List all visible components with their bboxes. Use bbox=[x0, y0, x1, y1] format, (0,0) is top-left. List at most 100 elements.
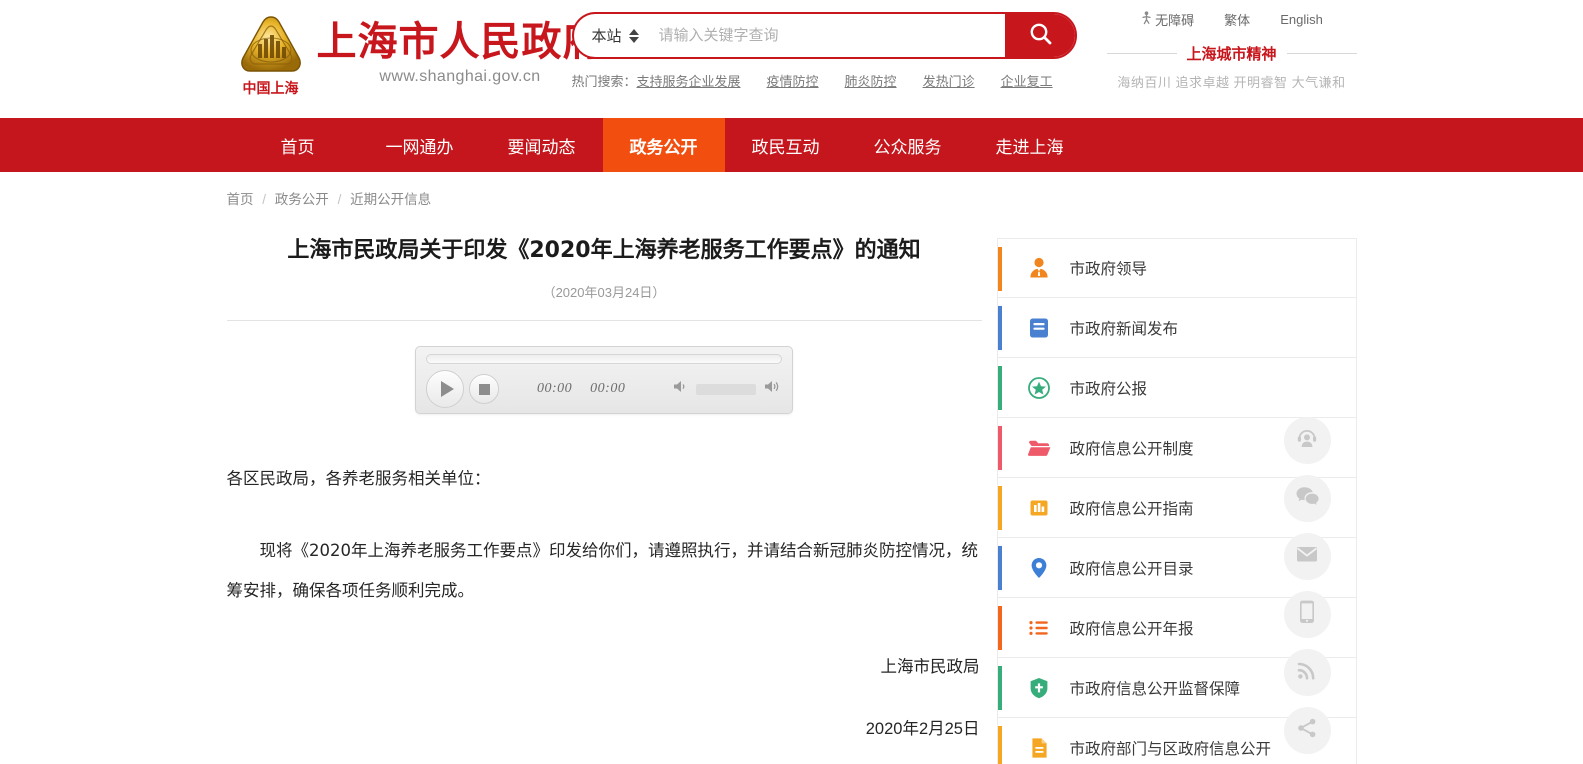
article-body: 各区民政局，各养老服务相关单位： 现将《2020年上海养老服务工作要点》印发给你… bbox=[227, 459, 982, 611]
nav-item-home[interactable]: 首页 bbox=[237, 118, 359, 172]
logo-cn-label: 中国上海 bbox=[235, 78, 307, 98]
sidebar-item-press-release[interactable]: 市政府新闻发布 bbox=[997, 298, 1357, 358]
user-tie-icon bbox=[1024, 255, 1054, 281]
breadcrumb-item-disclosure[interactable]: 政务公开 bbox=[275, 192, 329, 207]
hot-search-item-1[interactable]: 支持服务企业发展 bbox=[637, 71, 741, 90]
sidebar-item-leadership[interactable]: 市政府领导 bbox=[997, 238, 1357, 298]
nav-item-about-shanghai[interactable]: 走进上海 bbox=[969, 118, 1091, 172]
city-spirit-title: 上海城市精神 bbox=[1107, 43, 1357, 64]
share-icon bbox=[1296, 717, 1318, 744]
site-title: 上海市人民政府 bbox=[317, 20, 604, 64]
rss-icon-button[interactable] bbox=[1284, 649, 1331, 696]
accent-bar bbox=[998, 606, 1002, 650]
chevron-updown-icon bbox=[629, 29, 639, 43]
page-body: 首页 / 政务公开 / 近期公开信息 上海市民政局关于印发《2020年上海养老服… bbox=[227, 172, 1357, 764]
search-icon bbox=[1028, 21, 1054, 50]
document-icon bbox=[1024, 735, 1054, 761]
page-title: 上海市民政局关于印发《2020年上海养老服务工作要点》的通知 bbox=[227, 234, 982, 268]
volume-slider[interactable] bbox=[696, 384, 756, 395]
utility-area: 无障碍 繁体 English 上海城市精神 海纳百川 追求卓越 开明睿智 大气谦… bbox=[1107, 10, 1357, 91]
site-header: 中国上海 上海市人民政府 www.shanghai.gov.cn 本站 bbox=[0, 0, 1583, 118]
audio-seek-slider[interactable] bbox=[426, 354, 782, 364]
article: 上海市民政局关于印发《2020年上海养老服务工作要点》的通知 （2020年03月… bbox=[227, 216, 982, 764]
accessibility-link[interactable]: 无障碍 bbox=[1140, 10, 1194, 29]
traditional-chinese-link[interactable]: 繁体 bbox=[1224, 10, 1250, 29]
accent-bar bbox=[998, 426, 1002, 470]
nav-item-interaction[interactable]: 政民互动 bbox=[725, 118, 847, 172]
folder-icon bbox=[1024, 435, 1054, 461]
search-scope-selector[interactable]: 本站 bbox=[574, 25, 649, 46]
share-icon-button[interactable] bbox=[1284, 707, 1331, 754]
title-divider bbox=[227, 320, 982, 321]
stop-icon bbox=[479, 384, 490, 395]
rule-right bbox=[1287, 53, 1357, 54]
breadcrumb-separator-2: / bbox=[338, 192, 342, 207]
chart-bar-icon bbox=[1024, 495, 1054, 521]
english-link[interactable]: English bbox=[1280, 12, 1323, 27]
rule-left bbox=[1107, 53, 1177, 54]
sidebar-item-label: 政府信息公开制度 bbox=[1070, 437, 1194, 459]
site-logo[interactable]: 中国上海 上海市人民政府 www.shanghai.gov.cn bbox=[235, 14, 604, 98]
audio-current-time: 00:00 bbox=[537, 381, 572, 397]
sidebar-item-label: 市政府新闻发布 bbox=[1070, 317, 1179, 339]
hot-search: 热门搜索： 支持服务企业发展 疫情防控 肺炎防控 发热门诊 企业复工 bbox=[572, 71, 1077, 90]
accent-bar bbox=[998, 366, 1002, 410]
nav-item-public-services[interactable]: 公众服务 bbox=[847, 118, 969, 172]
customer-service-icon-button[interactable] bbox=[1284, 417, 1331, 464]
sidebar-item-label: 市政府领导 bbox=[1070, 257, 1148, 279]
city-spirit-title-text: 上海城市精神 bbox=[1187, 43, 1277, 64]
nav-item-government-disclosure[interactable]: 政务公开 bbox=[603, 118, 725, 172]
search-box[interactable]: 本站 bbox=[572, 12, 1077, 59]
mobile-icon-button[interactable] bbox=[1284, 591, 1331, 638]
breadcrumb-item-recent[interactable]: 近期公开信息 bbox=[350, 192, 431, 207]
wechat-icon bbox=[1295, 484, 1320, 513]
accent-bar bbox=[998, 666, 1002, 710]
audio-total-time: 00:00 bbox=[590, 381, 625, 397]
breadcrumb-item-home[interactable]: 首页 bbox=[227, 192, 254, 207]
audio-player[interactable]: 00:00 00:00 bbox=[415, 346, 793, 414]
city-spirit-subtitle: 海纳百川 追求卓越 开明睿智 大气谦和 bbox=[1107, 72, 1357, 91]
audio-stop-button[interactable] bbox=[469, 374, 499, 404]
search-scope-label: 本站 bbox=[592, 25, 622, 46]
volume-up-icon[interactable] bbox=[763, 379, 782, 399]
accessibility-icon bbox=[1140, 11, 1153, 28]
search-area: 本站 热门搜索： 支持服务企业发展 bbox=[572, 12, 1077, 90]
nav-item-onenet[interactable]: 一网通办 bbox=[359, 118, 481, 172]
article-signature: 上海市民政局 bbox=[227, 647, 982, 687]
shanghai-emblem-icon bbox=[238, 14, 304, 76]
site-url: www.shanghai.gov.cn bbox=[317, 68, 604, 86]
article-date: （2020年03月24日） bbox=[227, 282, 982, 301]
sidebar-item-label: 市政府信息公开监督保障 bbox=[1070, 677, 1241, 699]
hot-search-label: 热门搜索： bbox=[572, 71, 637, 90]
audio-volume-control[interactable] bbox=[672, 379, 782, 399]
breadcrumb-separator-1: / bbox=[262, 192, 266, 207]
hot-search-item-4[interactable]: 发热门诊 bbox=[923, 71, 975, 90]
floating-toolbar bbox=[1284, 417, 1331, 754]
article-paragraph-1: 现将《2020年上海养老服务工作要点》印发给你们，请遵照执行，并请结合新冠肺炎防… bbox=[227, 531, 982, 611]
audio-play-button[interactable] bbox=[426, 370, 464, 408]
sidebar-item-label: 政府信息公开指南 bbox=[1070, 497, 1194, 519]
volume-down-icon[interactable] bbox=[672, 379, 689, 399]
mobile-icon bbox=[1298, 599, 1316, 630]
hot-search-item-3[interactable]: 肺炎防控 bbox=[845, 71, 897, 90]
nav-item-news[interactable]: 要闻动态 bbox=[481, 118, 603, 172]
map-pin-icon bbox=[1024, 555, 1054, 581]
rss-icon bbox=[1296, 659, 1318, 686]
search-input[interactable] bbox=[649, 14, 1005, 57]
list-icon bbox=[1024, 615, 1054, 641]
accent-bar bbox=[998, 726, 1002, 764]
search-submit-button[interactable] bbox=[1005, 12, 1077, 59]
customer-service-icon bbox=[1295, 426, 1319, 455]
accent-bar bbox=[998, 247, 1002, 291]
article-salutation: 各区民政局，各养老服务相关单位： bbox=[227, 459, 982, 499]
accent-bar bbox=[998, 486, 1002, 530]
wechat-icon-button[interactable] bbox=[1284, 475, 1331, 522]
hot-search-item-2[interactable]: 疫情防控 bbox=[767, 71, 819, 90]
main-nav: 首页 一网通办 要闻动态 政务公开 政民互动 公众服务 走进上海 bbox=[0, 118, 1583, 172]
sidebar-item-label: 市政府公报 bbox=[1070, 377, 1148, 399]
sidebar-item-label: 政府信息公开年报 bbox=[1070, 617, 1194, 639]
sidebar-item-gazette[interactable]: 市政府公报 bbox=[997, 358, 1357, 418]
email-icon-button[interactable] bbox=[1284, 533, 1331, 580]
hot-search-item-5[interactable]: 企业复工 bbox=[1001, 71, 1053, 90]
breadcrumb: 首页 / 政务公开 / 近期公开信息 bbox=[227, 172, 1357, 208]
